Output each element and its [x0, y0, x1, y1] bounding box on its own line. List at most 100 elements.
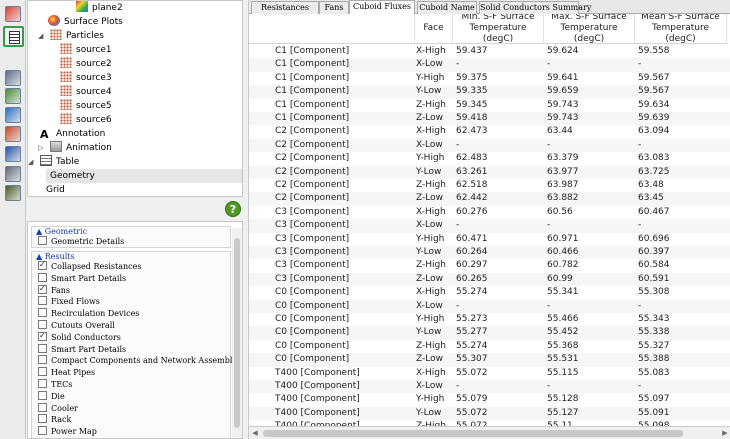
table-row[interactable]: C3 [Component] Z-Low 60.265 60.99 60.591	[249, 272, 730, 287]
table-row[interactable]: C3 [Component] X-High 60.276 60.56 60.467	[249, 206, 730, 219]
report-view-button[interactable]	[5, 185, 21, 201]
column-header[interactable]: Min. S-F Surface Temperature (degC)	[453, 14, 544, 44]
table-row[interactable]: C0 [Component] Y-Low 55.277 55.452 55.338	[249, 326, 730, 340]
network-view-button[interactable]	[5, 146, 21, 162]
unchecked-checkbox[interactable]	[38, 343, 47, 353]
help-button[interactable]: ?	[225, 201, 241, 217]
unchecked-checkbox[interactable]	[38, 236, 47, 245]
scroll-right-icon[interactable]: ▶	[719, 427, 730, 439]
tree-item-source2[interactable]: source2	[60, 57, 112, 71]
table-row[interactable]: C2 [Component] Z-Low 62.442 63.882 63.45	[249, 192, 730, 206]
table-row[interactable]: C1 [Component] Y-Low 59.335 59.659 59.567	[249, 85, 730, 99]
unchecked-checkbox[interactable]	[38, 320, 47, 329]
tab-solid-conductors-summary[interactable]: Solid Conductors Summary	[479, 1, 591, 14]
grid-view-button[interactable]	[5, 70, 21, 86]
column-header[interactable]	[249, 14, 415, 44]
tree-item-grid[interactable]: Grid	[46, 183, 65, 196]
option-geometric-details[interactable]: Geometric Details	[38, 236, 124, 248]
graph-view-button[interactable]	[5, 126, 21, 142]
table-horizontal-scrollbar[interactable]: ◀ ▶	[249, 426, 730, 439]
option-fixed-flows[interactable]: Fixed Flows	[38, 296, 100, 308]
tree-item-animation[interactable]: Animation	[50, 141, 112, 155]
options-scrollbar-thumb[interactable]	[234, 238, 240, 428]
tree-item-plane2[interactable]: plane2	[76, 1, 123, 15]
tab-fans[interactable]: Fans	[319, 1, 349, 14]
option-smart-part-details[interactable]: Smart Part Details	[38, 343, 126, 356]
option-die[interactable]: Die	[38, 390, 65, 403]
table-row[interactable]: T400 [Component] X-High 55.072 55.115 55.083	[249, 367, 730, 380]
unchecked-checkbox[interactable]	[38, 390, 47, 400]
table-row[interactable]: C0 [Component] Z-Low 55.307 55.531 55.388	[249, 353, 730, 367]
expand-arrow-icon[interactable]: ▷	[38, 143, 46, 153]
column-header[interactable]: Max. S-F Surface Temperature (degC)	[544, 14, 635, 44]
checked-checkbox[interactable]	[38, 283, 47, 295]
tree-item-particles[interactable]: Particles	[50, 29, 104, 43]
option-solid-conductors[interactable]: Solid Conductors	[38, 330, 121, 344]
option-cutouts-overall[interactable]: Cutouts Overall	[38, 320, 115, 332]
table-row[interactable]: T400 [Component]X-Low---5	[249, 380, 730, 394]
unchecked-checkbox[interactable]	[38, 308, 47, 318]
column-header[interactable]: Face	[415, 14, 453, 44]
tree-item-source6[interactable]: source6	[60, 113, 112, 127]
chart-view-button[interactable]	[5, 88, 21, 104]
unchecked-checkbox[interactable]	[38, 402, 47, 412]
table-row[interactable]: C2 [Component]X-Low---6	[249, 138, 730, 153]
table-row[interactable]: C0 [Component]X-Low---5	[249, 299, 730, 313]
table-view-button[interactable]	[3, 26, 24, 47]
table-row[interactable]: C3 [Component] Z-High 60.297 60.782 60.584	[249, 259, 730, 272]
collapse-arrow-icon[interactable]: ◢	[28, 157, 36, 167]
panel-divider[interactable]	[27, 197, 243, 221]
tree-item-source5[interactable]: source5	[60, 99, 112, 113]
checked-checkbox[interactable]	[38, 259, 47, 271]
unchecked-checkbox[interactable]	[38, 296, 47, 306]
table-row[interactable]: C2 [Component] Z-High 62.518 63.987 63.48	[249, 179, 730, 192]
tree-item-source1[interactable]: source1	[60, 43, 112, 57]
option-heat-pipes[interactable]: Heat Pipes	[38, 367, 95, 379]
option-rack[interactable]: Rack	[38, 414, 71, 426]
unchecked-checkbox[interactable]	[38, 272, 47, 282]
unchecked-checkbox[interactable]	[38, 379, 47, 388]
tree-item-surface-plots[interactable]: Surface Plots	[48, 15, 123, 29]
checked-checkbox[interactable]	[38, 330, 47, 342]
option-power-map[interactable]: Power Map	[38, 426, 97, 438]
table-row[interactable]: C0 [Component] Y-High 55.273 55.466 55.343	[249, 313, 730, 326]
table-row[interactable]: C3 [Component]X-Low---6	[249, 219, 730, 233]
table-row[interactable]: C3 [Component] Y-High 60.471 60.971 60.696	[249, 233, 730, 246]
table-row[interactable]: C1 [Component] Z-Low 59.418 59.743 59.639	[249, 112, 730, 126]
option-collapsed-resistances[interactable]: Collapsed Resistances	[38, 259, 141, 273]
table-row[interactable]: T400 [Component] Y-High 55.079 55.128 55.097	[249, 393, 730, 406]
option-cooler[interactable]: Cooler	[38, 402, 78, 415]
option-compact-components-and-network-assemblies[interactable]: Compact Components and Network Assemblie…	[38, 355, 242, 367]
unchecked-checkbox[interactable]	[38, 414, 47, 424]
option-smart-part-details[interactable]: Smart Part Details	[38, 272, 126, 285]
tab-cuboid-name[interactable]: Cuboid Name	[417, 1, 477, 14]
tree-item-source3[interactable]: source3	[60, 71, 112, 85]
tree-item-annotation[interactable]: A Annotation	[40, 127, 105, 141]
column-header[interactable]: Mean S-F Surface Temperature (degC)	[635, 14, 727, 44]
scroll-left-icon[interactable]: ◀	[249, 427, 261, 439]
table-row[interactable]: T400 [Component] Y-Low 55.072 55.127 55.091	[249, 406, 730, 421]
table-row[interactable]: C1 [Component]X-Low---5	[249, 58, 730, 72]
collapse-arrow-icon[interactable]: ◢	[38, 31, 46, 41]
tab-resistances[interactable]: Resistances	[251, 1, 319, 14]
table-row[interactable]: C2 [Component] Y-High 62.483 63.379 63.083	[249, 152, 730, 165]
option-fans[interactable]: Fans	[38, 283, 70, 297]
bar-chart-view-button[interactable]	[5, 107, 21, 123]
table-row[interactable]: C0 [Component] X-High 55.274 55.341 55.308	[249, 286, 730, 299]
table-row[interactable]: C3 [Component] Y-Low 60.264 60.466 60.397	[249, 246, 730, 260]
option-tecs[interactable]: TECs	[38, 379, 72, 391]
table-row[interactable]: C2 [Component] Y-Low 63.261 63.977 63.725	[249, 165, 730, 179]
table-row[interactable]: C2 [Component] X-High 62.473 63.44 63.094	[249, 125, 730, 138]
table-row[interactable]: C1 [Component] Y-High 59.375 59.641 59.567	[249, 72, 730, 85]
options-scrollbar[interactable]	[232, 228, 242, 438]
wave-view-button[interactable]	[5, 166, 21, 182]
unchecked-checkbox[interactable]	[38, 367, 47, 377]
option-recirculation-devices[interactable]: Recirculation Devices	[38, 308, 139, 320]
table-row[interactable]: C0 [Component] Z-High 55.274 55.368 55.327	[249, 340, 730, 353]
palette-view-button[interactable]	[5, 6, 21, 22]
tab-cuboid-fluxes[interactable]: Cuboid Fluxes	[349, 0, 415, 15]
unchecked-checkbox[interactable]	[38, 426, 47, 436]
table-row[interactable]: C1 [Component] Z-High 59.345 59.743 59.634	[249, 99, 730, 112]
tree-item-source4[interactable]: source4	[60, 85, 112, 99]
unchecked-checkbox[interactable]	[38, 355, 47, 365]
